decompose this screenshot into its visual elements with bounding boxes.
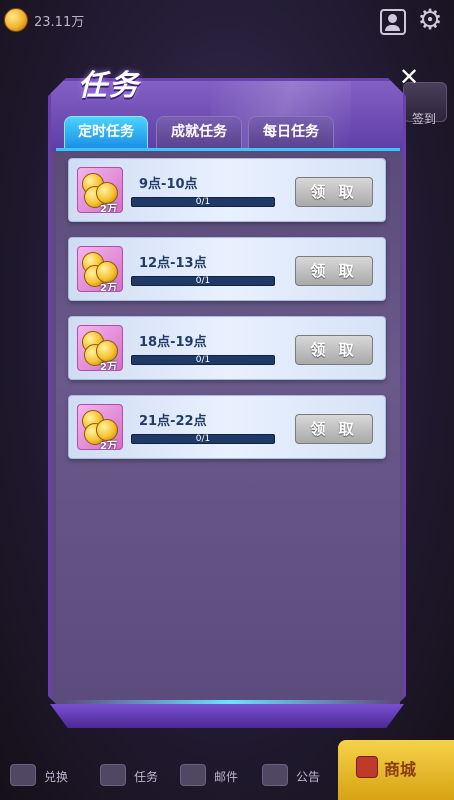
task-icon	[100, 764, 126, 786]
reward-amount: 2万	[100, 283, 117, 292]
progress-text: 0/1	[195, 434, 211, 444]
gear-icon[interactable]: ⚙	[414, 4, 446, 36]
coin-amount: 23.11万	[34, 15, 85, 30]
nav-label: 任务	[134, 770, 159, 784]
progress-text: 0/1	[195, 355, 211, 365]
profile-icon[interactable]	[380, 9, 406, 35]
task-progress-bar: 0/1	[131, 355, 275, 365]
shop-icon	[356, 756, 378, 778]
task-progress-bar: 0/1	[131, 197, 275, 207]
coin-reward-icon: 2万	[77, 404, 123, 450]
nav-mail[interactable]: 邮件	[180, 762, 260, 792]
progress-text: 0/1	[195, 276, 211, 286]
task-time-range: 12点-13点	[139, 256, 207, 271]
reward-amount: 2万	[100, 204, 117, 213]
nav-label: 公告	[296, 770, 321, 784]
task-progress-bar: 0/1	[131, 276, 275, 286]
nav-notice[interactable]: 公告	[262, 762, 342, 792]
nav-label: 兑换	[44, 770, 69, 784]
coin-reward-icon: 2万	[77, 246, 123, 292]
coin-reward-icon: 2万	[77, 325, 123, 371]
progress-text: 0/1	[195, 197, 211, 207]
dialog-title: 任务	[78, 68, 141, 102]
task-time-range: 9点-10点	[139, 177, 198, 192]
coin-icon	[4, 8, 28, 32]
task-card: 2万 12点-13点 0/1 领 取	[68, 237, 386, 301]
claim-button[interactable]: 领 取	[295, 414, 373, 444]
nav-exchange[interactable]: 兑换	[10, 762, 90, 792]
signin-label: 签到	[411, 112, 436, 126]
speaker-icon	[262, 764, 288, 786]
task-card: 2万 18点-19点 0/1 领 取	[68, 316, 386, 380]
claim-button[interactable]: 领 取	[295, 335, 373, 365]
shop-label: 商城	[384, 760, 417, 779]
reward-amount: 2万	[100, 441, 117, 450]
task-card: 2万 21点-22点 0/1 领 取	[68, 395, 386, 459]
top-hud: 23.11万 ⚙	[0, 0, 454, 42]
nav-label: 邮件	[214, 770, 239, 784]
shop-button[interactable]: 商城	[338, 740, 454, 800]
tab-timed-tasks[interactable]: 定时任务	[64, 116, 148, 148]
task-progress-bar: 0/1	[131, 434, 275, 444]
task-time-range: 21点-22点	[139, 414, 207, 429]
task-card: 2万 9点-10点 0/1 领 取	[68, 158, 386, 222]
close-icon[interactable]: ✕	[396, 64, 422, 90]
dialog-bottom-frame	[50, 704, 404, 728]
coin-reward-icon: 2万	[77, 167, 123, 213]
claim-button[interactable]: 领 取	[295, 256, 373, 286]
exchange-icon	[10, 764, 36, 786]
mail-icon	[180, 764, 206, 786]
claim-button[interactable]: 领 取	[295, 177, 373, 207]
task-time-range: 18点-19点	[139, 335, 207, 350]
tab-daily-tasks[interactable]: 每日任务	[248, 116, 334, 148]
nav-task[interactable]: 任务	[100, 762, 180, 792]
reward-amount: 2万	[100, 362, 117, 371]
tab-achievement-tasks[interactable]: 成就任务	[156, 116, 242, 148]
